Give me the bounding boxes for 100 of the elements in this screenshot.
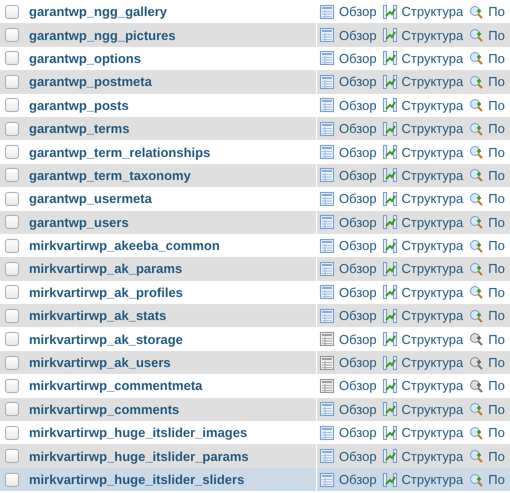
table-grid-icon[interactable] (320, 215, 334, 230)
row-checkbox[interactable] (5, 122, 19, 136)
structure-link[interactable]: Структура (402, 355, 464, 370)
table-name-link[interactable]: garantwp_ngg_gallery (29, 4, 167, 20)
structure-icon[interactable] (382, 426, 397, 440)
search-icon[interactable] (469, 308, 484, 323)
search-link[interactable]: По (488, 168, 505, 183)
structure-icon[interactable] (382, 332, 397, 346)
structure-icon[interactable] (382, 28, 397, 42)
table-grid-icon[interactable] (320, 122, 334, 136)
structure-link[interactable]: Структура (402, 214, 464, 230)
structure-link[interactable]: Структура (402, 448, 464, 464)
search-icon[interactable] (469, 122, 484, 136)
search-link[interactable]: По (488, 98, 505, 113)
structure-icon[interactable] (382, 238, 397, 253)
search-link[interactable]: По (488, 332, 505, 347)
structure-link[interactable]: Структура (402, 121, 464, 136)
table-name-link[interactable]: garantwp_usermeta (29, 191, 152, 206)
row-checkbox[interactable] (5, 426, 19, 440)
search-icon[interactable] (469, 98, 484, 112)
row-checkbox[interactable] (5, 145, 19, 160)
row-checkbox[interactable] (5, 51, 19, 66)
table-name-link[interactable]: garantwp_posts (29, 98, 129, 113)
search-icon[interactable] (469, 426, 484, 440)
table-grid-icon[interactable] (320, 74, 334, 89)
browse-link[interactable]: Обзор (339, 238, 377, 254)
search-link[interactable]: По (488, 191, 505, 206)
browse-link[interactable]: Обзор (339, 472, 377, 487)
table-grid-icon[interactable] (320, 402, 334, 416)
browse-link[interactable]: Обзор (339, 4, 377, 20)
search-link[interactable]: По (488, 425, 505, 440)
search-icon[interactable] (469, 74, 484, 89)
table-grid-icon[interactable] (320, 332, 334, 346)
structure-link[interactable]: Структура (402, 50, 464, 66)
row-checkbox[interactable] (5, 356, 19, 370)
structure-icon[interactable] (382, 215, 397, 230)
structure-icon[interactable] (382, 356, 397, 370)
row-checkbox[interactable] (5, 168, 19, 182)
row-checkbox[interactable] (5, 192, 19, 206)
search-link[interactable]: По (488, 74, 505, 90)
browse-link[interactable]: Обзор (339, 448, 377, 464)
row-checkbox[interactable] (5, 472, 19, 486)
table-grid-icon[interactable] (320, 356, 334, 370)
table-name-link[interactable]: mirkvartirwp_ak_stats (29, 308, 166, 324)
table-name-link[interactable]: garantwp_term_taxonomy (29, 168, 191, 183)
table-name-link[interactable]: mirkvartirwp_huge_itslider_sliders (29, 472, 244, 487)
row-checkbox[interactable] (5, 378, 19, 393)
search-icon[interactable] (469, 262, 484, 276)
table-grid-icon[interactable] (320, 98, 334, 112)
search-link[interactable]: По (488, 4, 505, 20)
table-name-link[interactable]: mirkvartirwp_huge_itslider_images (29, 425, 248, 440)
row-checkbox[interactable] (5, 238, 19, 253)
table-grid-icon[interactable] (320, 145, 334, 160)
structure-icon[interactable] (382, 472, 397, 486)
search-link[interactable]: По (488, 402, 505, 417)
structure-icon[interactable] (382, 98, 397, 112)
structure-icon[interactable] (382, 168, 397, 182)
row-checkbox[interactable] (5, 98, 19, 112)
structure-link[interactable]: Структура (402, 74, 464, 90)
table-grid-icon[interactable] (320, 472, 334, 486)
table-name-link[interactable]: garantwp_ngg_pictures (29, 28, 176, 43)
structure-link[interactable]: Структура (402, 144, 464, 160)
structure-icon[interactable] (382, 285, 397, 300)
browse-link[interactable]: Обзор (339, 50, 377, 66)
search-icon[interactable] (469, 356, 484, 370)
browse-link[interactable]: Обзор (339, 191, 377, 206)
structure-link[interactable]: Структура (402, 402, 464, 417)
structure-link[interactable]: Структура (402, 28, 464, 43)
search-link[interactable]: По (488, 448, 505, 464)
table-name-link[interactable]: garantwp_term_relationships (29, 144, 210, 160)
table-name-link[interactable]: mirkvartirwp_commentmeta (29, 378, 202, 394)
table-grid-icon[interactable] (320, 449, 334, 464)
browse-link[interactable]: Обзор (339, 214, 377, 230)
structure-link[interactable]: Структура (402, 238, 464, 254)
browse-link[interactable]: Обзор (339, 98, 377, 113)
table-grid-icon[interactable] (320, 378, 334, 393)
table-name-link[interactable]: mirkvartirwp_ak_params (29, 261, 182, 276)
search-icon[interactable] (469, 4, 484, 19)
table-name-link[interactable]: garantwp_postmeta (29, 74, 152, 90)
row-checkbox[interactable] (5, 285, 19, 300)
search-link[interactable]: По (488, 121, 505, 136)
table-grid-icon[interactable] (320, 285, 334, 300)
table-grid-icon[interactable] (320, 4, 334, 19)
browse-link[interactable]: Обзор (339, 425, 377, 440)
search-link[interactable]: По (488, 308, 505, 324)
structure-icon[interactable] (382, 449, 397, 464)
browse-link[interactable]: Обзор (339, 261, 377, 276)
browse-link[interactable]: Обзор (339, 121, 377, 136)
search-icon[interactable] (469, 215, 484, 230)
search-icon[interactable] (469, 192, 484, 206)
structure-link[interactable]: Структура (402, 308, 464, 324)
structure-icon[interactable] (382, 402, 397, 416)
structure-link[interactable]: Структура (402, 261, 464, 276)
structure-link[interactable]: Структура (402, 472, 464, 487)
search-icon[interactable] (469, 28, 484, 42)
table-name-link[interactable]: garantwp_terms (29, 121, 130, 136)
browse-link[interactable]: Обзор (339, 378, 377, 394)
browse-link[interactable]: Обзор (339, 74, 377, 90)
search-icon[interactable] (469, 145, 484, 160)
table-name-link[interactable]: mirkvartirwp_akeeba_common (29, 238, 220, 254)
